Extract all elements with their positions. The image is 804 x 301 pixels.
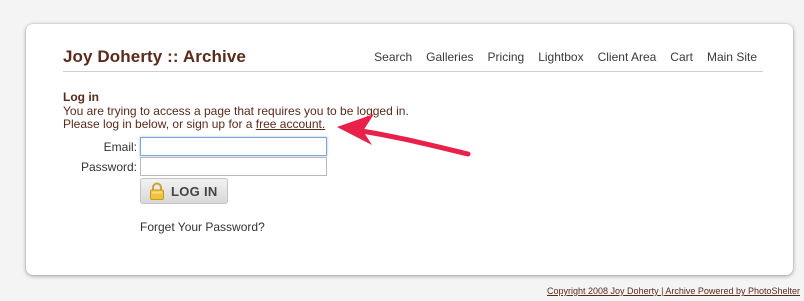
nav-client-area[interactable]: Client Area — [598, 50, 657, 64]
login-button[interactable]: LOG IN — [140, 178, 228, 204]
password-field[interactable] — [140, 157, 327, 176]
site-title: Joy Doherty :: Archive — [63, 47, 246, 66]
nav-cart[interactable]: Cart — [670, 50, 693, 64]
nav-pricing[interactable]: Pricing — [488, 50, 525, 64]
free-account-link[interactable]: free account. — [256, 117, 325, 131]
main-panel: Joy Doherty :: Archive Search Galleries … — [26, 24, 793, 275]
login-message: You are trying to access a page that req… — [63, 104, 409, 118]
login-button-label: LOG IN — [171, 183, 218, 199]
nav-lightbox[interactable]: Lightbox — [538, 50, 583, 64]
footer-copyright[interactable]: Copyright 2008 Joy Doherty | Archive Pow… — [547, 286, 800, 296]
password-label: Password: — [80, 160, 137, 174]
header-divider — [63, 71, 763, 72]
nav-search[interactable]: Search — [374, 50, 412, 64]
top-nav: Search Galleries Pricing Lightbox Client… — [360, 50, 757, 64]
login-heading: Log in — [63, 90, 99, 104]
forgot-password-link[interactable]: Forget Your Password? — [140, 220, 265, 234]
nav-main-site[interactable]: Main Site — [707, 50, 757, 64]
email-label: Email: — [103, 140, 137, 154]
signup-message-text: Please log in below, or sign up for a — [63, 117, 256, 131]
nav-galleries[interactable]: Galleries — [426, 50, 473, 64]
email-field[interactable] — [140, 137, 327, 156]
signup-message: Please log in below, or sign up for a fr… — [63, 117, 325, 131]
lock-icon — [149, 182, 165, 200]
